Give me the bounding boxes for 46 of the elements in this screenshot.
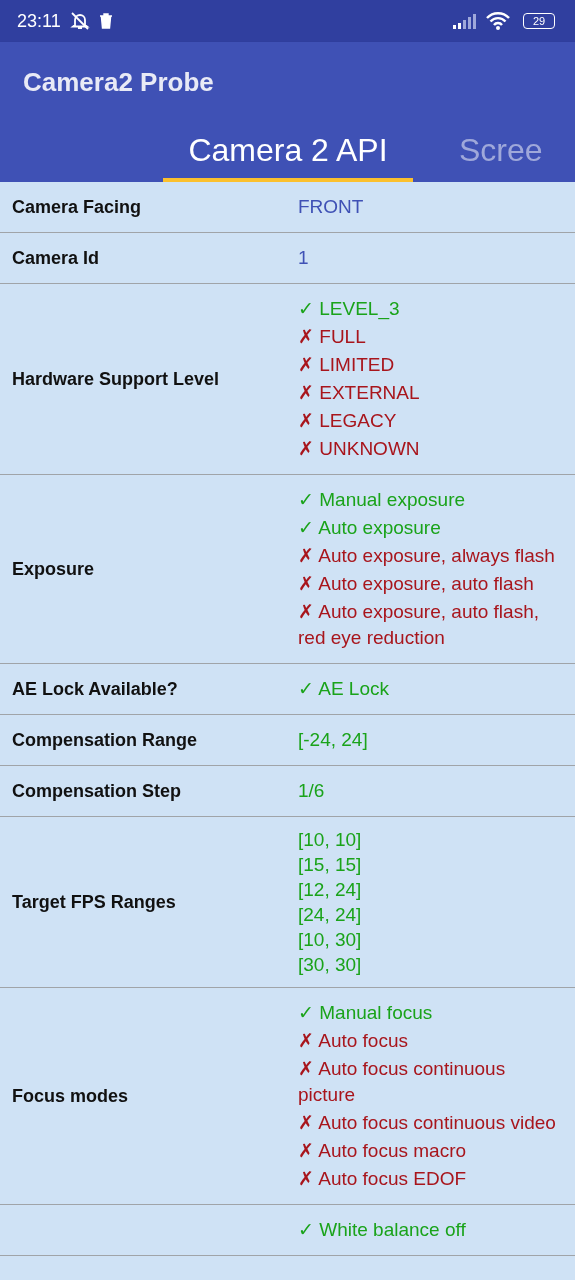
property-value: ✗ Auto focus continuous picture — [298, 1057, 507, 1107]
wifi-icon — [485, 11, 511, 31]
property-value: ✗ Auto focus EDOF — [298, 1167, 468, 1191]
property-label: Target FPS Ranges — [12, 891, 176, 913]
property-value: [10, 10] — [298, 828, 363, 852]
property-value: [12, 24] — [298, 878, 363, 902]
property-value: ✗ LIMITED — [298, 353, 396, 377]
status-time: 23:11 — [17, 10, 61, 32]
tab[interactable]: Camera 2 API — [163, 122, 413, 182]
property-label: Compensation Step — [12, 780, 181, 802]
property-label: Compensation Range — [12, 729, 198, 751]
property-value: ✓ Auto exposure — [298, 516, 442, 540]
trash-icon — [98, 13, 113, 29]
property-label: Hardware Support Level — [12, 368, 220, 390]
property-value: [10, 30] — [298, 928, 363, 952]
property-value: ✗ Auto focus — [298, 1029, 409, 1053]
muted-bell-icon — [68, 11, 91, 31]
property-value: ✗ Auto exposure, always flash — [298, 544, 556, 568]
property-value: ✗ Auto focus continuous video — [298, 1111, 557, 1135]
signal-icon — [453, 13, 477, 29]
property-value: ✗ UNKNOWN — [298, 437, 421, 461]
property-label: AE Lock Available? — [12, 678, 178, 700]
property-value: ✗ Auto focus macro — [298, 1139, 468, 1163]
property-value: ✓ Manual exposure — [298, 488, 467, 512]
property-value: ✗ FULL — [298, 325, 367, 349]
property-value: ✓ AE Lock — [298, 677, 390, 701]
property-value: [30, 30] — [298, 953, 363, 977]
property-label: Focus modes — [12, 1085, 129, 1107]
property-value: [15, 15] — [298, 853, 363, 877]
app-title: Camera2 Probe — [23, 66, 214, 98]
property-value: [24, 24] — [298, 903, 363, 927]
property-label: Camera Id — [12, 247, 100, 269]
property-label: Exposure — [12, 558, 95, 580]
property-value: 1/6 — [298, 779, 326, 803]
property-value: ✓ LEVEL_3 — [298, 297, 401, 322]
battery-icon: 29 — [523, 13, 555, 29]
property-value: FRONT — [298, 195, 365, 219]
property-value: ✓ White balance off — [298, 1218, 467, 1242]
property-value: ✗ Auto exposure, auto flash, red eye reduction — [298, 600, 540, 650]
property-label: Camera Facing — [12, 196, 142, 218]
property-value: ✗ EXTERNAL — [298, 381, 421, 405]
property-value: ✗ Auto exposure, auto flash — [298, 572, 535, 596]
property-value: ✗ LEGACY — [298, 409, 398, 433]
property-value: [-24, 24] — [298, 728, 369, 752]
property-value: 1 — [298, 246, 310, 270]
property-value: ✓ Manual focus — [298, 1001, 434, 1025]
